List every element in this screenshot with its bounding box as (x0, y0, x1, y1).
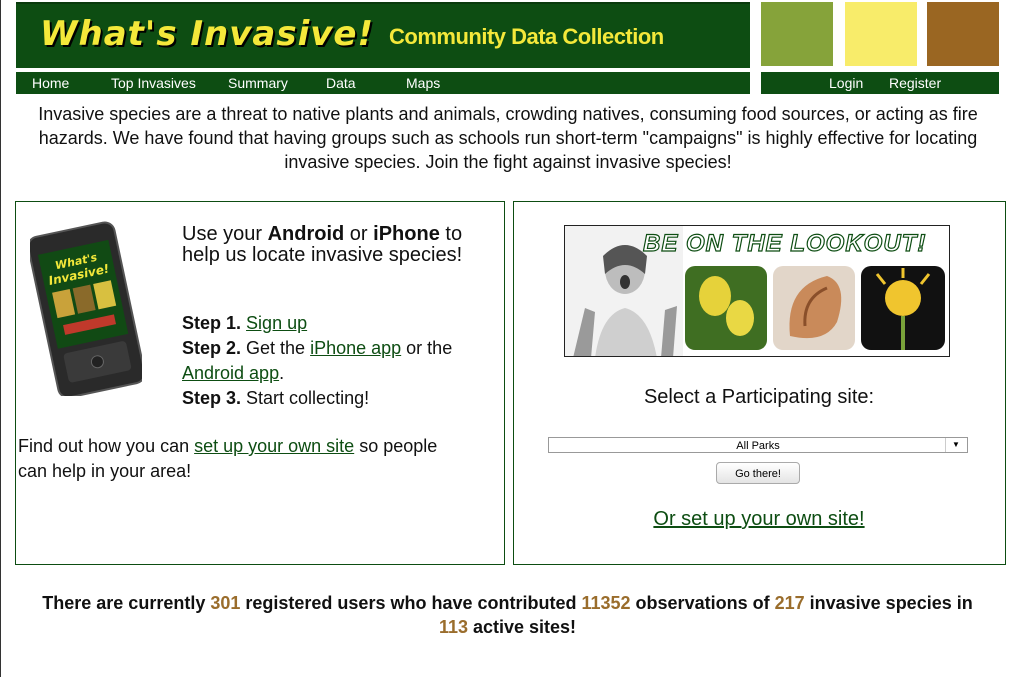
account-nav: Login Register (761, 72, 999, 94)
stats-text-1: There are currently (42, 593, 211, 613)
species-count: 217 (774, 593, 805, 613)
page-left-border (0, 0, 1, 677)
lookout-banner-title: BE ON THE LOOKOUT! (642, 229, 927, 257)
nav-register[interactable]: Register (889, 75, 941, 91)
step-2-label: Step 2. (182, 338, 242, 358)
selected-site-value: All Parks (736, 440, 780, 452)
mobile-app-panel: What's Invasive! Use your Android or iPh… (15, 201, 505, 565)
nav-login[interactable]: Login (829, 75, 863, 91)
site-logo[interactable]: What's Invasive! (40, 14, 374, 54)
go-there-button[interactable]: Go there! (716, 462, 800, 484)
nav-summary[interactable]: Summary (228, 75, 288, 91)
use-prefix: Use your (182, 223, 268, 245)
android-word: Android (267, 223, 345, 245)
or-word: or (344, 223, 374, 245)
nav-top-invasives[interactable]: Top Invasives (111, 75, 196, 91)
android-phone-image: What's Invasive! (27, 220, 146, 399)
find-prefix: Find out how you can (18, 436, 195, 456)
stats-text-5: active sites! (467, 617, 577, 637)
nav-home[interactable]: Home (32, 75, 69, 91)
dropdown-arrow-icon[interactable]: ▼ (945, 438, 966, 452)
stats-text-2: registered users who have contributed (240, 593, 582, 613)
stats-text-3: observations of (630, 593, 775, 613)
setup-own-site-link[interactable]: set up your own site (194, 436, 354, 456)
nav-data[interactable]: Data (326, 75, 356, 91)
step-3-label: Step 3. (182, 388, 242, 408)
site-tagline: Community Data Collection (389, 24, 664, 49)
step-2-text: Get the (241, 338, 311, 358)
lookout-banner[interactable]: BE ON THE LOOKOUT! (564, 225, 950, 357)
iphone-app-link[interactable]: iPhone app (310, 338, 401, 358)
nav-maps[interactable]: Maps (406, 75, 440, 91)
use-app-heading: Use your Android or iPhone to help us lo… (182, 224, 472, 266)
site-count: 113 (438, 617, 468, 637)
color-swatch-brown (927, 2, 999, 66)
color-swatch-yellow (845, 2, 917, 66)
intro-text: Invasive species are a threat to native … (38, 104, 978, 172)
own-site-link-wrapper: Or set up your own site! (514, 508, 1004, 531)
step-3: Step 3. Start collecting! (182, 386, 472, 411)
user-count: 301 (210, 593, 241, 613)
android-app-link[interactable]: Android app (182, 363, 279, 383)
step-1: Step 1. Sign up (182, 311, 472, 336)
step-2-end: . (279, 363, 285, 383)
step-2: Step 2. Get the iPhone app or the Androi… (182, 336, 472, 386)
step-2-mid: or the (401, 338, 453, 358)
step-3-text: Start collecting! (241, 388, 370, 408)
site-select-panel: BE ON THE LOOKOUT! Select a Participatin… (513, 201, 1006, 565)
color-swatch-olive (761, 2, 833, 66)
site-header: What's Invasive! Community Data Collecti… (16, 2, 750, 68)
steps-list: Step 1. Sign up Step 2. Get the iPhone a… (182, 311, 472, 411)
site-select-dropdown[interactable]: All Parks ▼ (548, 437, 968, 453)
stats-text-4: invasive species in (804, 593, 973, 613)
stats-summary: There are currently 301 registered users… (40, 591, 975, 639)
main-nav: Home Top Invasives Summary Data Maps (16, 72, 750, 94)
sign-up-link[interactable]: Sign up (246, 313, 307, 333)
step-1-label: Step 1. (182, 313, 242, 333)
select-site-label: Select a Participating site: (643, 386, 875, 408)
setup-site-text: Find out how you can set up your own sit… (18, 434, 438, 484)
iphone-word: iPhone (373, 223, 440, 245)
setup-own-site-link-large[interactable]: Or set up your own site! (653, 508, 864, 530)
observation-count: 11352 (581, 593, 631, 613)
